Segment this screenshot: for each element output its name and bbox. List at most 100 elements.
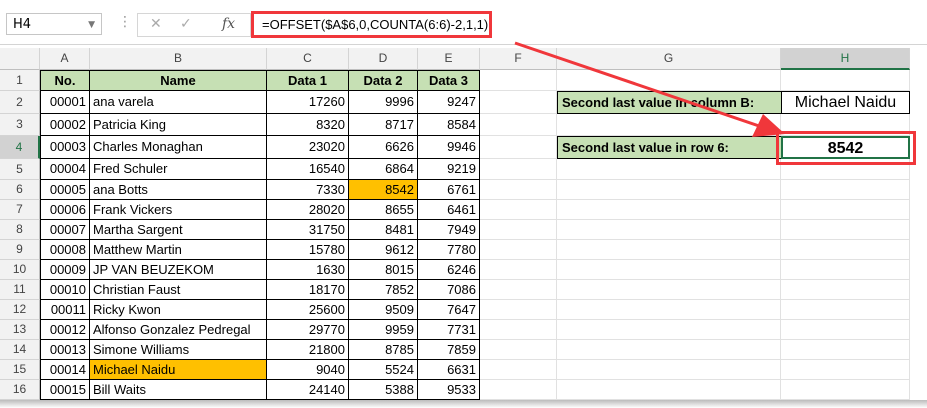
cell-data3[interactable]: 7949 [418,220,480,240]
cell-name[interactable]: JP VAN BEUZEKOM [90,260,267,280]
empty-cell[interactable] [781,280,910,300]
row-header-3[interactable]: 3 [0,114,40,136]
column-header-g[interactable]: G [557,48,781,70]
cell-data2[interactable]: 8542 [349,180,418,200]
cell-no[interactable]: 00015 [40,380,90,400]
empty-cell[interactable] [480,380,557,400]
cell-data2[interactable]: 6864 [349,159,418,180]
row-header-9[interactable]: 9 [0,240,40,260]
cell-data2[interactable]: 5388 [349,380,418,400]
cell-no[interactable]: 00009 [40,260,90,280]
empty-cell[interactable] [557,280,781,300]
empty-cell[interactable] [480,70,557,91]
cell-data1[interactable]: 29770 [267,320,349,340]
cell-data3[interactable]: 8584 [418,114,480,136]
empty-cell[interactable] [480,136,557,159]
select-all-corner[interactable] [0,48,40,70]
empty-cell[interactable] [781,300,910,320]
cell-name[interactable]: Martha Sargent [90,220,267,240]
name-box[interactable]: H4 ▼ [6,13,102,35]
cell-name[interactable]: Fred Schuler [90,159,267,180]
cell-no[interactable]: 00012 [40,320,90,340]
cell-data2[interactable]: 8717 [349,114,418,136]
cell-name[interactable]: Patricia King [90,114,267,136]
cancel-icon[interactable]: ✕ [150,16,162,32]
cell-data3[interactable]: 7780 [418,240,480,260]
empty-cell[interactable] [781,240,910,260]
result-col-b[interactable]: Michael Naidu [781,91,910,114]
cell-name[interactable]: Ricky Kwon [90,300,267,320]
cell-data2[interactable]: 8481 [349,220,418,240]
cell-data2[interactable]: 5524 [349,360,418,380]
empty-cell[interactable] [480,200,557,220]
cell-data2[interactable]: 9996 [349,91,418,114]
row-header-8[interactable]: 8 [0,220,40,240]
empty-cell[interactable] [480,114,557,136]
empty-cell[interactable] [557,159,781,180]
cell-data1[interactable]: 9040 [267,360,349,380]
cell-name[interactable]: Frank Vickers [90,200,267,220]
cell-data1[interactable]: 1630 [267,260,349,280]
cell-data3[interactable]: 7731 [418,320,480,340]
column-header-d[interactable]: D [349,48,418,70]
cell-data3[interactable]: 9946 [418,136,480,159]
row-header-11[interactable]: 11 [0,280,40,300]
row-header-6[interactable]: 6 [0,180,40,200]
empty-cell[interactable] [781,180,910,200]
enter-icon[interactable]: ✓ [180,16,192,32]
cell-data3[interactable]: 7086 [418,280,480,300]
cell-no[interactable]: 00013 [40,340,90,360]
empty-cell[interactable] [557,380,781,400]
empty-cell[interactable] [781,260,910,280]
column-header-c[interactable]: C [267,48,349,70]
cell-data2[interactable]: 8785 [349,340,418,360]
empty-cell[interactable] [557,320,781,340]
cell-name[interactable]: Bill Waits [90,380,267,400]
cell-name[interactable]: Charles Monaghan [90,136,267,159]
empty-cell[interactable] [781,220,910,240]
empty-cell[interactable] [557,340,781,360]
row-header-5[interactable]: 5 [0,159,40,180]
cell-data3[interactable]: 6246 [418,260,480,280]
row-header-10[interactable]: 10 [0,260,40,280]
column-header-b[interactable]: B [90,48,267,70]
cell-name[interactable]: Alfonso Gonzalez Pedregal [90,320,267,340]
empty-cell[interactable] [480,340,557,360]
empty-cell[interactable] [557,180,781,200]
empty-cell[interactable] [480,300,557,320]
empty-cell[interactable] [557,360,781,380]
empty-cell[interactable] [480,220,557,240]
cell-data1[interactable]: 31750 [267,220,349,240]
cell-data1[interactable]: 23020 [267,136,349,159]
cell-data3[interactable]: 6461 [418,200,480,220]
cell-data3[interactable]: 6631 [418,360,480,380]
cell-no[interactable]: 00002 [40,114,90,136]
cell-no[interactable]: 00010 [40,280,90,300]
empty-cell[interactable] [480,180,557,200]
empty-cell[interactable] [781,340,910,360]
cell-no[interactable]: 00007 [40,220,90,240]
cell-data3[interactable]: 9533 [418,380,480,400]
cell-no[interactable]: 00004 [40,159,90,180]
cell-no[interactable]: 00001 [40,91,90,114]
row-header-1[interactable]: 1 [0,70,40,91]
empty-cell[interactable] [480,320,557,340]
empty-cell[interactable] [781,70,910,91]
empty-cell[interactable] [557,260,781,280]
empty-cell[interactable] [557,220,781,240]
empty-cell[interactable] [781,380,910,400]
empty-cell[interactable] [557,240,781,260]
cell-no[interactable]: 00005 [40,180,90,200]
cell-data2[interactable]: 9612 [349,240,418,260]
cell-data2[interactable]: 8015 [349,260,418,280]
cell-name[interactable]: Simone Williams [90,340,267,360]
cell-data1[interactable]: 28020 [267,200,349,220]
row-header-2[interactable]: 2 [0,91,40,114]
fx-icon[interactable]: fx [222,16,235,32]
cell-data1[interactable]: 25600 [267,300,349,320]
cell-data3[interactable]: 6761 [418,180,480,200]
row-header-14[interactable]: 14 [0,340,40,360]
header-cell-name[interactable]: Name [90,70,267,91]
cell-data1[interactable]: 17260 [267,91,349,114]
header-cell-data1[interactable]: Data 1 [267,70,349,91]
